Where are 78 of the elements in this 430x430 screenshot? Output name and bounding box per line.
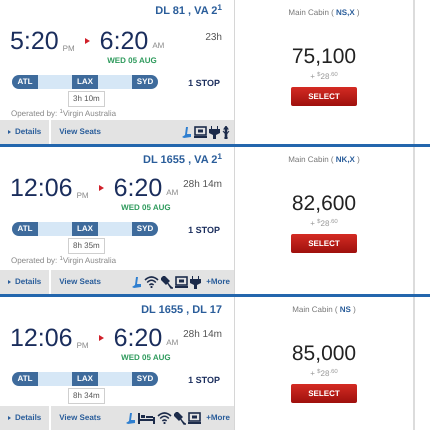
arrival-time: 6:20 bbox=[114, 175, 162, 201]
satellite-icon bbox=[161, 276, 174, 288]
airport-code: SYD bbox=[132, 372, 158, 386]
flight-numbers: DL 81 , VA 2$^{1}$ bbox=[155, 2, 223, 19]
wifi-icon bbox=[144, 276, 160, 288]
more-link[interactable]: +More bbox=[206, 276, 230, 288]
view-seats-link[interactable]: View Seats bbox=[51, 126, 109, 138]
screen-icon bbox=[188, 412, 202, 424]
airport-code: ATL bbox=[12, 75, 38, 89]
layover-duration: 3h 10m bbox=[68, 91, 105, 107]
view-seats-link[interactable]: View Seats bbox=[51, 276, 109, 288]
seat-icon bbox=[181, 126, 192, 138]
flight-numbers: DL 1655 , DL 17 bbox=[141, 303, 223, 317]
plug-icon bbox=[190, 276, 202, 288]
airport-code: SYD bbox=[132, 222, 158, 236]
details-link[interactable]: Details bbox=[0, 120, 52, 144]
layover-duration: 8h 34m bbox=[68, 388, 105, 404]
more-link[interactable]: +More bbox=[206, 412, 230, 424]
arrival-time: 6:20 bbox=[114, 325, 162, 351]
arrival-time: 6:20 bbox=[100, 28, 148, 54]
arrival-ampm: AM bbox=[152, 40, 164, 52]
departure-ampm: PM bbox=[76, 190, 89, 202]
airport-code: LAX bbox=[72, 372, 98, 386]
airport-code: ATL bbox=[12, 222, 38, 236]
stops-count: 1 STOP bbox=[188, 224, 221, 237]
expand-icon bbox=[8, 280, 11, 284]
taxes-price: + $^{$}$28$^{.60}$ bbox=[310, 71, 338, 83]
departure-time: 12:06 bbox=[10, 325, 73, 351]
select-button[interactable]: SELECT bbox=[291, 234, 357, 253]
departure-time: 5:20 bbox=[10, 28, 59, 54]
layover-duration: 8h 35m bbox=[68, 238, 105, 254]
departure-time: 12:06 bbox=[10, 175, 73, 201]
departure-ampm: PM bbox=[62, 43, 75, 55]
airport-code: LAX bbox=[72, 222, 98, 236]
plug-icon bbox=[209, 126, 220, 138]
airport-code: LAX bbox=[72, 75, 98, 89]
expand-icon bbox=[8, 130, 11, 134]
cabin-class: Main Cabin ( NS ) bbox=[292, 304, 356, 316]
stops-count: 1 STOP bbox=[188, 374, 221, 387]
screen-icon bbox=[194, 126, 207, 138]
arrival-date: WED 05 AUG bbox=[107, 55, 157, 67]
screen-icon bbox=[175, 276, 188, 288]
details-link[interactable]: Details bbox=[0, 270, 52, 294]
expand-icon bbox=[8, 416, 11, 420]
taxes-price: + $^{$}$28$^{.60}$ bbox=[310, 368, 338, 380]
view-seats-link[interactable]: View Seats bbox=[51, 412, 109, 424]
select-button[interactable]: SELECT bbox=[291, 87, 357, 106]
arrival-date: WED 05 AUG bbox=[121, 352, 171, 364]
miles-price: 82,600 bbox=[292, 192, 356, 216]
seat-icon bbox=[125, 412, 136, 424]
seat-icon bbox=[131, 276, 142, 288]
operated-by: Operated by: $^{1}$Virgin Australia bbox=[10, 108, 118, 120]
departure-ampm: PM bbox=[76, 340, 89, 352]
arrow-icon bbox=[98, 185, 104, 191]
details-link[interactable]: Details bbox=[0, 406, 52, 430]
duration: 28h 14m bbox=[183, 178, 223, 192]
taxes-price: + $^{$}$28$^{.60}$ bbox=[310, 218, 338, 230]
airport-code: ATL bbox=[12, 372, 38, 386]
operated-by: Operated by: $^{1}$Virgin Australia bbox=[10, 254, 118, 266]
arrival-date: WED 05 AUG bbox=[121, 202, 171, 214]
wifi-icon bbox=[157, 412, 172, 424]
flight-numbers: DL 1655 , VA 2$^{1}$ bbox=[143, 150, 223, 167]
cabin-class: Main Cabin ( NK,X ) bbox=[288, 154, 360, 166]
select-button[interactable]: SELECT bbox=[291, 384, 357, 403]
duration: 23h bbox=[205, 31, 223, 45]
arrow-icon bbox=[98, 335, 104, 341]
satellite-icon bbox=[174, 412, 186, 424]
stops-count: 1 STOP bbox=[188, 77, 221, 90]
airport-code: SYD bbox=[132, 75, 158, 89]
arrival-ampm: AM bbox=[166, 337, 178, 349]
arrow-icon bbox=[84, 38, 90, 44]
cabin-class: Main Cabin ( NS,X ) bbox=[288, 7, 360, 19]
miles-price: 75,100 bbox=[292, 45, 356, 69]
bed-icon bbox=[138, 412, 156, 424]
usb-icon bbox=[222, 126, 230, 138]
duration: 28h 14m bbox=[183, 328, 223, 342]
miles-price: 85,000 bbox=[292, 342, 356, 366]
arrival-ampm: AM bbox=[166, 187, 178, 199]
